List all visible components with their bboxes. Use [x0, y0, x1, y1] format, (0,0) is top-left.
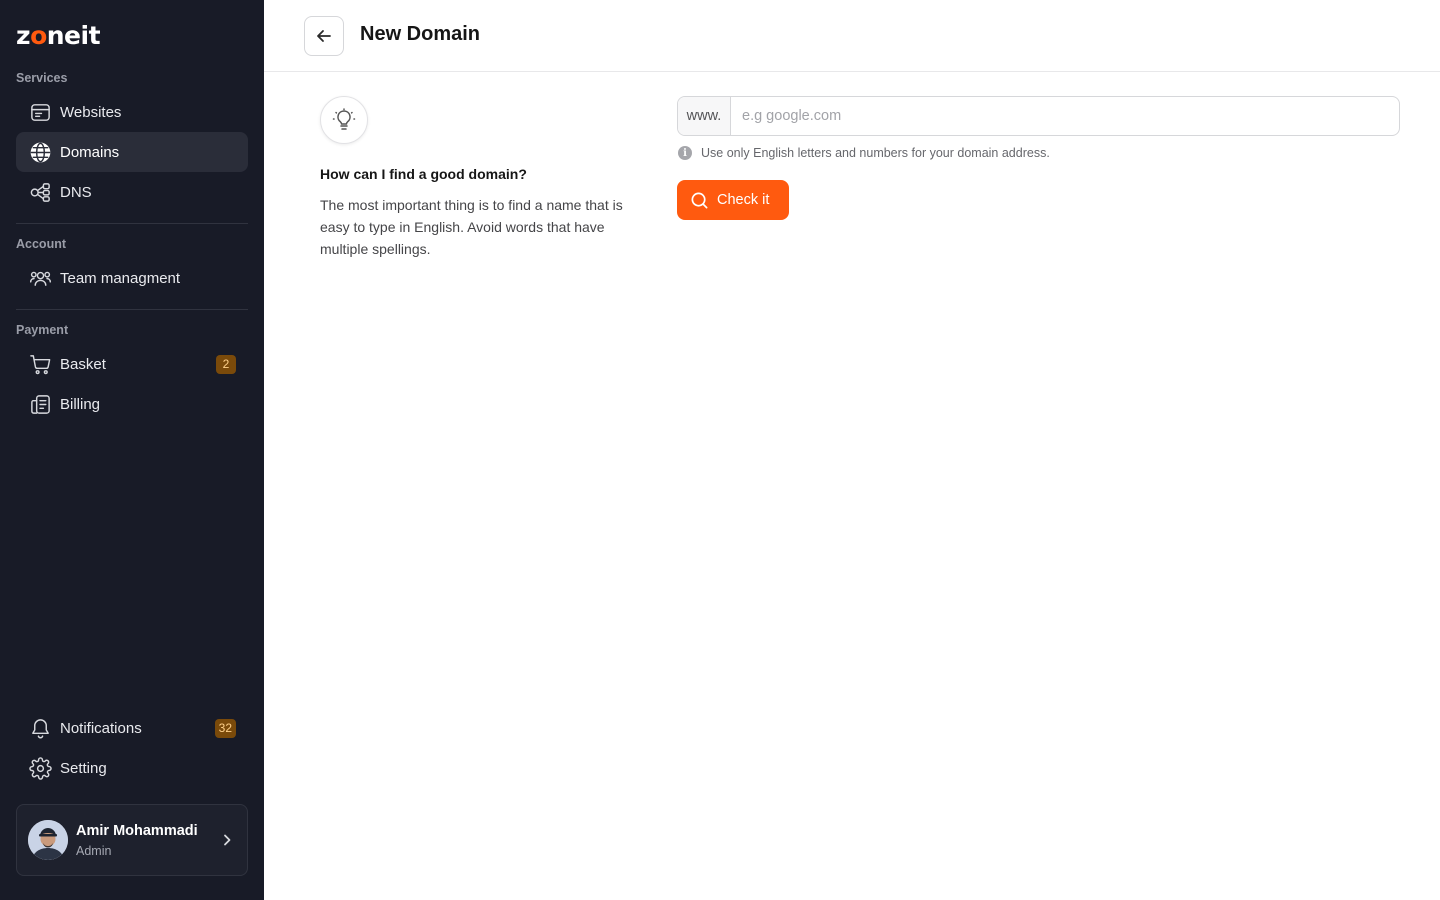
sidebar-item-dns[interactable]: DNS — [16, 172, 248, 212]
cart-icon — [28, 352, 52, 376]
section-label-payment: Payment — [16, 323, 69, 337]
info-icon: i — [678, 146, 692, 160]
check-it-label: Check it — [717, 192, 770, 208]
browser-window-icon — [28, 100, 52, 124]
notifications-count-badge: 32 — [214, 719, 236, 738]
sidebar: zoneit Services Websites Domains DNS Acc… — [0, 0, 264, 900]
sidebar-divider — [16, 223, 248, 224]
team-users-icon — [28, 266, 52, 290]
domain-input[interactable] — [731, 97, 1399, 135]
receipt-icon — [28, 392, 52, 416]
sidebar-item-label: Notifications — [60, 719, 142, 737]
sidebar-item-label: Basket — [60, 355, 106, 373]
sidebar-item-billing[interactable]: Billing — [16, 384, 248, 424]
sidebar-item-notifications[interactable]: Notifications 32 — [16, 708, 248, 748]
sidebar-item-label: Domains — [60, 143, 120, 161]
sidebar-divider — [16, 309, 248, 310]
back-button[interactable] — [304, 16, 344, 56]
section-label-services: Services — [16, 71, 68, 85]
avatar — [28, 820, 68, 860]
brand-logo[interactable]: zoneit — [16, 22, 101, 50]
tip-title: How can I find a good domain? — [320, 166, 527, 182]
user-name: Amir Mohammadi — [76, 823, 198, 839]
search-icon — [690, 191, 717, 210]
sidebar-item-basket[interactable]: Basket 2 — [16, 344, 248, 384]
domain-hint-text: Use only English letters and numbers for… — [701, 146, 1050, 160]
basket-count-badge: 2 — [216, 355, 236, 374]
sidebar-item-setting[interactable]: Setting — [16, 748, 248, 788]
lightbulb-icon — [320, 96, 368, 144]
domain-hint: i Use only English letters and numbers f… — [678, 146, 1050, 160]
domain-input-group: www. — [677, 96, 1400, 136]
network-nodes-icon — [28, 180, 52, 204]
section-label-account: Account — [16, 237, 66, 251]
sidebar-item-label: Billing — [60, 395, 101, 413]
sidebar-item-label: Setting — [60, 759, 107, 777]
gear-icon — [28, 756, 52, 780]
chevron-right-icon — [219, 832, 235, 848]
sidebar-item-domains[interactable]: Domains — [16, 132, 248, 172]
sidebar-item-label: Websites — [60, 103, 122, 121]
tip-text: The most important thing is to find a na… — [320, 197, 623, 257]
check-it-button[interactable]: Check it — [677, 180, 789, 220]
user-role: Admin — [76, 844, 112, 858]
domain-prefix: www. — [678, 97, 731, 135]
page-title: New Domain — [360, 23, 481, 45]
page-header: New Domain — [264, 0, 1440, 72]
sidebar-item-websites[interactable]: Websites — [16, 92, 248, 132]
sidebar-item-team-managment[interactable]: Team managment — [16, 258, 248, 298]
sidebar-item-label: Team managment — [60, 269, 181, 287]
arrow-left-icon — [314, 26, 334, 46]
user-profile-card[interactable]: Amir Mohammadi Admin — [16, 804, 248, 876]
globe-icon — [28, 140, 52, 164]
bell-icon — [28, 716, 52, 740]
sidebar-item-label: DNS — [60, 183, 92, 201]
